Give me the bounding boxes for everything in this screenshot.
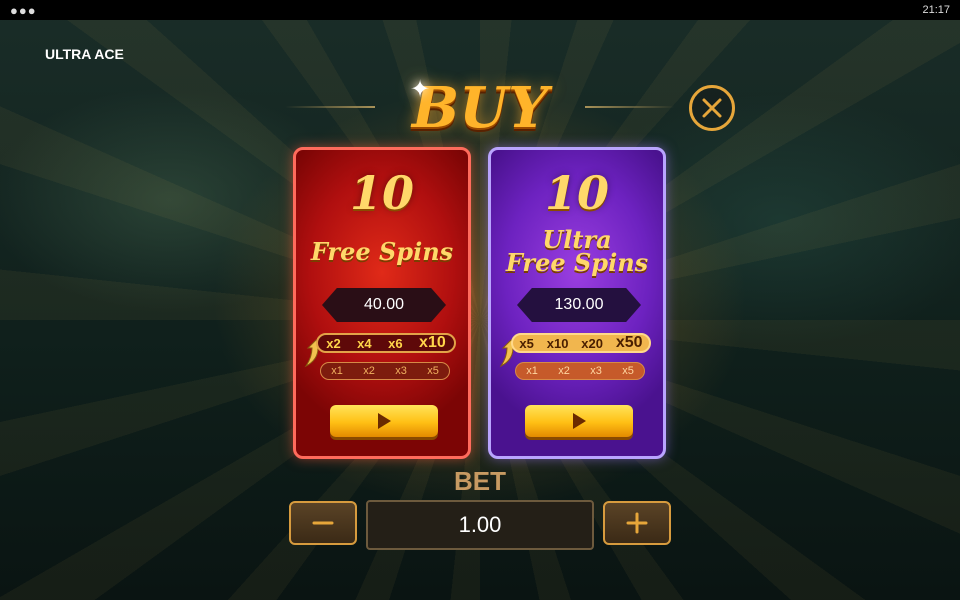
- multiplier-row: x5 x10 x20 x50: [511, 333, 651, 353]
- increase-bet-button[interactable]: [603, 501, 671, 545]
- base-multiplier-value: x2: [363, 365, 375, 377]
- multiplier-value: x50: [615, 334, 643, 351]
- decrease-bet-button[interactable]: [289, 501, 357, 545]
- multiplier-value: x10: [419, 334, 446, 351]
- multiplier-value: x6: [388, 335, 403, 351]
- buy-ultra-free-spins-button[interactable]: [525, 405, 633, 437]
- multiplier-value: x2: [326, 335, 341, 351]
- multiplier-value: x5: [519, 335, 534, 351]
- ultra-free-spins-card: 10 Ultra Free Spins 130.00 x5 x10 x20 x5…: [488, 147, 666, 459]
- status-time: 21:17: [922, 4, 950, 16]
- multiplier-row: x2 x4 x6 x10: [316, 333, 456, 353]
- header-divider-left: [285, 106, 375, 108]
- card-label: Free Spins: [505, 248, 649, 277]
- base-multiplier-value: x5: [427, 365, 439, 377]
- status-bar: ●●● 21:17: [0, 0, 960, 20]
- card-label: Free Spins: [310, 237, 454, 266]
- price-badge: 130.00: [517, 288, 641, 322]
- header-divider-right: [585, 106, 675, 108]
- price-badge: 40.00: [322, 288, 446, 322]
- multiplier-value: x4: [357, 335, 372, 351]
- base-multiplier-value: x1: [526, 365, 538, 377]
- base-multiplier-row: x1 x2 x3 x5: [515, 362, 645, 380]
- plus-icon: [626, 512, 648, 534]
- minus-icon: [312, 521, 334, 525]
- play-icon: [378, 413, 391, 429]
- more-dots-icon: ●●●: [10, 2, 37, 18]
- base-multiplier-row: x1 x2 x3 x5: [320, 362, 450, 380]
- buy-free-spins-button[interactable]: [330, 405, 438, 437]
- close-icon: [702, 98, 722, 118]
- base-multiplier-value: x1: [331, 365, 343, 377]
- base-multiplier-value: x3: [395, 365, 407, 377]
- app-title: ULTRA ACE: [45, 46, 124, 62]
- spin-count: 10: [349, 166, 414, 220]
- bet-value-field: 1.00: [366, 500, 594, 550]
- free-spins-card: 10 Free Spins 40.00 x2 x4 x6 x10 x1 x2 x…: [293, 147, 471, 459]
- multiplier-value: x20: [581, 335, 603, 351]
- multiplier-value: x10: [546, 335, 569, 351]
- base-multiplier-value: x3: [590, 365, 602, 377]
- base-multiplier-value: x5: [622, 365, 634, 377]
- close-button[interactable]: [689, 85, 735, 131]
- sparkle-icon: ✦: [410, 76, 431, 103]
- play-icon: [573, 413, 586, 429]
- spin-count: 10: [544, 166, 609, 220]
- base-multiplier-value: x2: [558, 365, 570, 377]
- bet-label: BET: [454, 466, 506, 496]
